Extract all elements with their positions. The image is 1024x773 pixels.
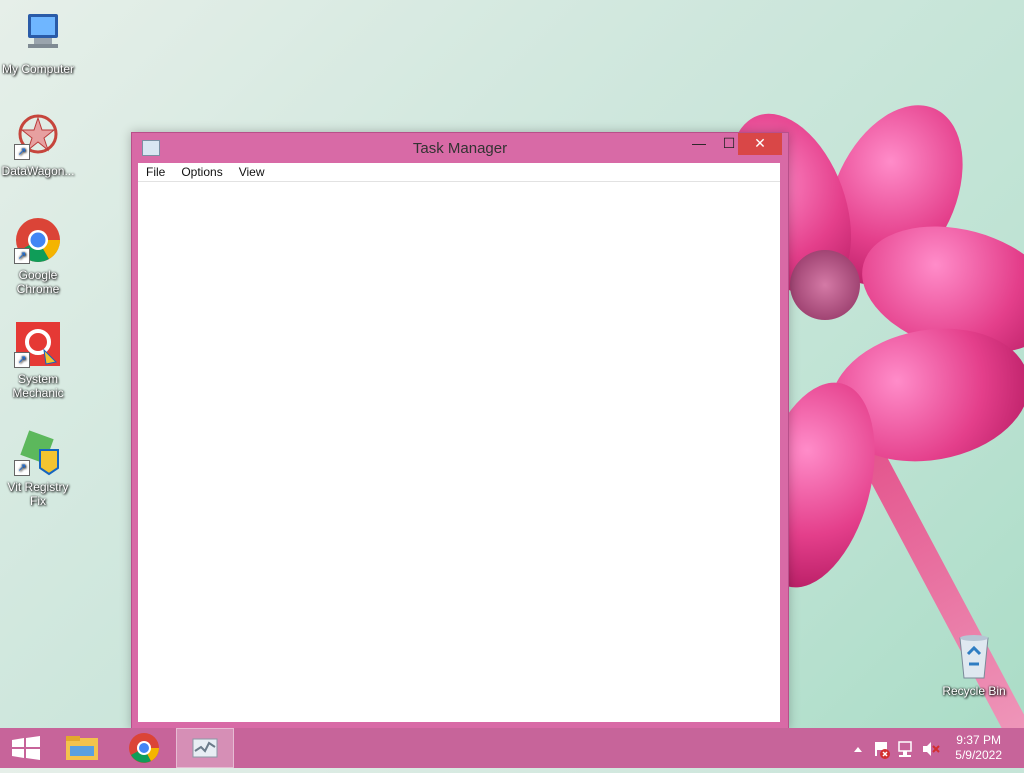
chrome-icon (129, 733, 159, 763)
windows-logo-icon (12, 736, 40, 760)
volume-muted-icon[interactable] (923, 742, 940, 756)
desktop-icon-label: My Computer (1, 62, 75, 76)
clock-date: 5/9/2022 (955, 748, 1002, 762)
start-button[interactable] (0, 728, 52, 768)
desktop-icon-recycle-bin[interactable]: Recycle Bin (936, 632, 1012, 698)
desktop-icon-label: Vit Registry Fix (7, 480, 69, 508)
desktop-icon-label: DataWagon... (1, 164, 75, 178)
network-icon[interactable] (898, 741, 912, 757)
flower-center (790, 250, 860, 320)
clock-time: 9:37 PM (956, 733, 1001, 747)
recycle-bin-icon (950, 632, 998, 680)
minimize-button[interactable]: — (684, 133, 714, 155)
taskbar-clock[interactable]: 9:37 PM 5/9/2022 (955, 733, 1002, 763)
system-mechanic-icon: ↗ (14, 320, 62, 368)
menu-file[interactable]: File (138, 163, 173, 181)
task-manager-icon (192, 738, 218, 758)
desktop-icon-google-chrome[interactable]: ↗ Google Chrome (0, 216, 76, 296)
chrome-icon: ↗ (14, 216, 62, 264)
taskbar-google-chrome[interactable] (118, 728, 170, 768)
desktop-icon-label: System Mechanic (12, 372, 64, 400)
taskbar-task-manager[interactable] (176, 728, 234, 768)
desktop-icon-datawagon[interactable]: ↗ DataWagon... (0, 112, 76, 178)
system-tray (846, 728, 946, 768)
vit-registry-fix-icon: ↗ (14, 428, 62, 476)
desktop-icon-system-mechanic[interactable]: ↗ System Mechanic (0, 320, 76, 400)
shortcut-arrow-icon: ↗ (14, 352, 30, 368)
window-titlebar[interactable]: Task Manager — ☐ ✕ (132, 133, 788, 163)
taskbar-file-explorer[interactable] (56, 728, 108, 768)
shortcut-arrow-icon: ↗ (14, 460, 30, 476)
desktop-icon-label: Google Chrome (16, 268, 60, 296)
menu-options[interactable]: Options (173, 163, 230, 181)
shortcut-arrow-icon: ↗ (14, 248, 30, 264)
desktop-icon-vit-registry-fix[interactable]: ↗ Vit Registry Fix (0, 428, 76, 508)
menu-bar: File Options View (138, 163, 780, 182)
taskbar: 9:37 PM 5/9/2022 (0, 728, 1024, 768)
show-hidden-icons-chevron-icon[interactable] (854, 747, 862, 752)
my-computer-icon (14, 10, 62, 58)
close-button[interactable]: ✕ (738, 133, 782, 155)
desktop-icon-my-computer[interactable]: My Computer (0, 10, 76, 76)
datawagon-icon: ↗ (14, 112, 62, 160)
shortcut-arrow-icon: ↗ (14, 144, 30, 160)
window-content-area (138, 182, 780, 722)
desktop-icon-label: Recycle Bin (942, 684, 1006, 698)
action-center-flag-icon[interactable] (875, 742, 890, 759)
task-manager-window[interactable]: Task Manager — ☐ ✕ File Options View (131, 132, 789, 730)
folder-icon (66, 736, 98, 760)
menu-view[interactable]: View (231, 163, 273, 181)
